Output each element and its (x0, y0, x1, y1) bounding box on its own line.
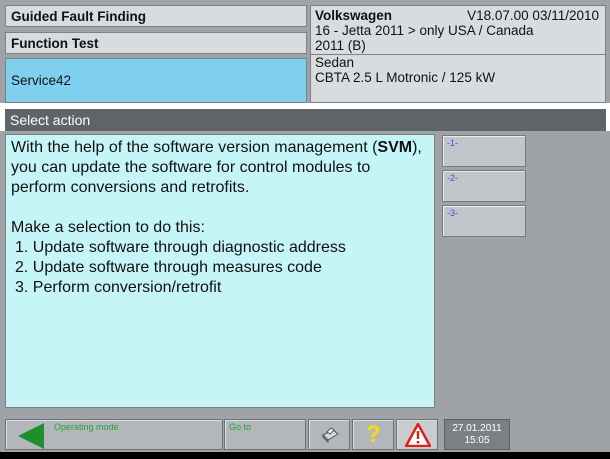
vehicle-model: 16 - Jetta 2011 > only USA / Canada (315, 23, 534, 38)
breadcrumb-label: Guided Fault Finding (11, 8, 146, 24)
breadcrumb-function-test[interactable]: Function Test (5, 32, 307, 54)
go-to-label: Go to (229, 422, 252, 432)
go-to-button[interactable]: Go to (224, 419, 306, 450)
date-time-display: 27.01.2011 15:05 (444, 419, 510, 450)
print-button[interactable] (308, 419, 350, 450)
option-button-label: -1- (447, 138, 458, 148)
operating-mode-button[interactable]: Operating mode (5, 419, 223, 450)
vehicle-engine: CBTA 2.5 L Motronic / 125 kW (315, 70, 496, 85)
breadcrumb-service42[interactable]: Service42 (5, 58, 307, 103)
warning-icon (405, 423, 431, 447)
printer-icon (322, 427, 339, 444)
vehicle-info-panel: Volkswagen V18.07.00 03/11/2010 16 - Jet… (310, 5, 606, 103)
back-arrow-icon (18, 423, 44, 449)
date-text: 27.01.2011 (452, 423, 502, 434)
vehicle-body: Sedan (311, 54, 605, 70)
vehicle-make: Volkswagen (315, 8, 393, 23)
breadcrumb-label: Function Test (11, 35, 99, 51)
warning-button[interactable] (396, 419, 438, 450)
selection-prompt: Make a selection to do this: (11, 219, 205, 236)
section-title-bar: Select action (5, 109, 606, 131)
instruction-text-panel: With the help of the software version ma… (5, 134, 435, 408)
help-button[interactable]: ? (352, 419, 394, 450)
option-item-3: 3. Perform conversion/retrofit (15, 279, 222, 296)
bottom-strip (0, 452, 610, 459)
option-item-2: 2. Update software through measures code (15, 259, 322, 276)
time-text: 15:05 (464, 435, 490, 446)
help-icon: ? (366, 421, 381, 448)
option-button-2[interactable]: -2- (442, 170, 526, 202)
intro-text-a: With the help of the software version ma… (11, 139, 378, 156)
intro-paragraph: With the help of the software version ma… (11, 138, 429, 198)
svm-acronym: SVM (377, 139, 413, 156)
software-version: V18.07.00 03/11/2010 (467, 8, 599, 23)
option-button-label: -2- (447, 173, 458, 183)
option-button-3[interactable]: -3- (442, 205, 526, 237)
option-button-1[interactable]: -1- (442, 135, 526, 167)
vehicle-model-year: 2011 (B) (315, 38, 366, 53)
breadcrumb-label: Service42 (11, 73, 72, 88)
section-title: Select action (10, 112, 91, 128)
option-item-1: 1. Update software through diagnostic ad… (15, 239, 346, 256)
breadcrumb-guided-fault-finding[interactable]: Guided Fault Finding (5, 5, 307, 27)
option-button-label: -3- (447, 208, 458, 218)
operating-mode-label: Operating mode (54, 422, 119, 432)
